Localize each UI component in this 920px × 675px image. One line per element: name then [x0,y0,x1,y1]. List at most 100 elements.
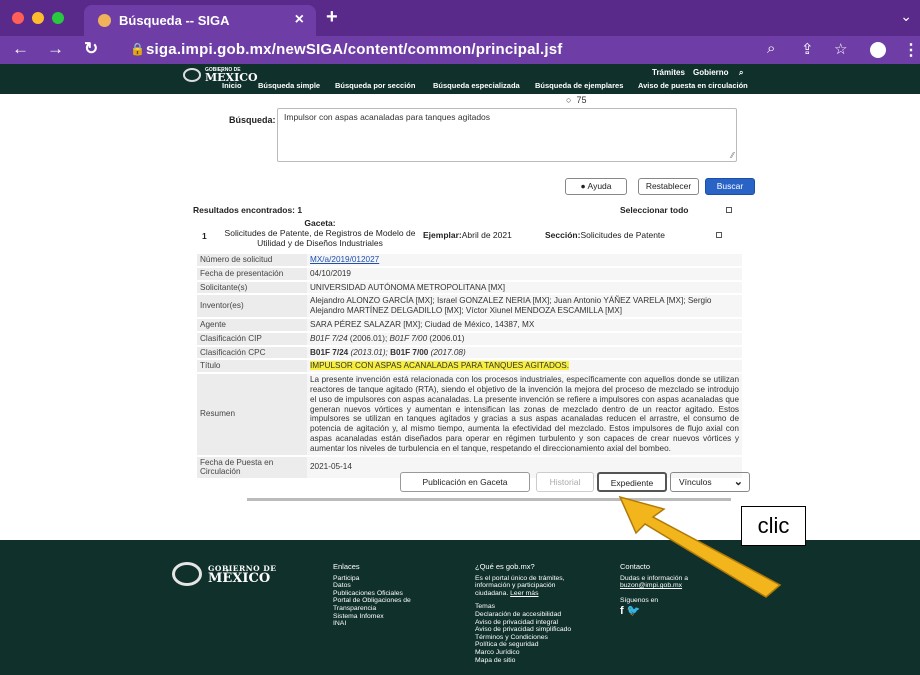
favicon-icon [98,14,111,27]
footer-link[interactable]: Aviso de privacidad simplificado [475,626,571,634]
menu-aviso-puesta[interactable]: Aviso de puesta en circulación [638,81,748,90]
back-icon[interactable]: ← [12,39,29,59]
browser-tab[interactable]: Búsqueda -- SIGA × [84,5,316,36]
detail-key: Título [197,359,307,375]
footer-link[interactable]: Participa [333,575,411,583]
radio-option-label: 75 [576,95,587,105]
cpc-code: B01F 7/00 [390,347,429,357]
ejemplar-label: Ejemplar: [423,230,462,240]
footer-link[interactable]: INAI [333,620,411,628]
lock-icon: 🔒 [130,42,145,56]
gov-footer: GOBIERNO DE MÉXICO Enlaces Participa Dat… [0,540,920,675]
gov-search-icon[interactable]: ⌕ [739,68,743,78]
menu-busqueda-especializada[interactable]: Búsqueda especializada [433,81,520,90]
table-row: Resumen La presente invención está relac… [197,373,742,457]
table-row: Clasificación CIP B01F 7/24 (2006.01); B… [197,331,742,347]
kebab-icon[interactable]: ⋮ [903,40,919,60]
main-content: ○ 75 Búsqueda: Impulsor con aspas acanal… [0,94,920,540]
expediente-button[interactable]: Expediente [597,472,667,492]
tab-close-icon[interactable]: × [295,11,304,29]
gov-logo-text: GOBIERNO DE MÉXICO [205,67,258,83]
reload-icon[interactable]: ↻ [84,39,98,59]
select-all-checkbox[interactable] [726,207,732,213]
footer-link[interactable]: Declaración de accesibilidad [475,611,571,619]
que-es-last: ciudadana. [475,589,511,597]
detail-value: 04/10/2019 [307,266,742,282]
close-window-button[interactable] [12,12,24,24]
minimize-window-button[interactable] [32,12,44,24]
que-es-title: ¿Qué es gob.mx? [475,562,535,571]
facebook-icon[interactable]: f [620,605,624,617]
search-textarea[interactable]: Impulsor con aspas acanaladas para tanqu… [277,108,737,162]
twitter-icon[interactable]: 🐦 [627,605,641,617]
que-es-text: Es el portal único de trámites, [475,574,565,582]
menu-inicio[interactable]: Inicio [222,81,242,90]
gobierno-link[interactable]: Gobierno [693,68,729,77]
ejemplar-value: Abril de 2021 [461,230,512,240]
siguenos-label: Síguenos en [620,596,659,604]
publicacion-gaceta-button[interactable]: Publicación en Gaceta [400,472,530,492]
footer-link[interactable]: Sistema Infomex [333,613,411,621]
historial-button[interactable]: Historial [536,472,594,492]
tab-list-chevron-icon[interactable]: ⌄ [900,8,912,25]
footer-link[interactable]: Portal de Obligaciones de [333,597,411,605]
footer-link[interactable]: Marco Jurídico [475,649,571,657]
social-icons[interactable]: f 🐦 [620,605,688,617]
chevron-down-icon: ⌄ [733,476,743,488]
detail-value: UNIVERSIDAD AUTÓNOMA METROPOLITANA [MX] [307,280,742,296]
footer-link[interactable]: Datos [333,582,411,590]
new-tab-button[interactable]: + [326,6,338,29]
seccion-value: Solicitudes de Patente [580,230,666,240]
cip-date: (2006.01) [427,333,465,343]
table-row: Inventor(es) Alejandro ALONZO GARCÍA [MX… [197,294,742,319]
detail-key: Resumen [197,373,307,457]
screenshot-root: Búsqueda -- SIGA × + ⌄ ← → ↻ 🔒 siga.impi… [0,0,920,675]
footer-link[interactable]: Transparencia [333,605,411,613]
footer-link[interactable]: Publicaciones Oficiales [333,590,411,598]
gov-logo[interactable]: GOBIERNO DE MÉXICO [183,67,258,83]
detail-value: IMPULSOR CON ASPAS ACANALADAS PARA TANQU… [307,359,742,375]
gov-header: GOBIERNO DE MÉXICO Trámites Gobierno ⌕ I… [0,64,920,94]
help-button[interactable]: ● Ayuda [565,178,627,195]
detail-value: B01F 7/24 (2006.01); B01F 7/00 (2006.01) [307,331,742,347]
share-icon[interactable]: ⇪ [801,40,814,58]
contacto-email-link[interactable]: buzon@impi.gob.mx [620,582,688,590]
footer-logo-big: MÉXICO [208,570,271,586]
zoom-icon[interactable]: ⌕ [767,40,775,57]
radio-option-75[interactable]: ○ 75 [566,95,586,105]
gov-seal-icon [183,67,201,82]
star-icon[interactable]: ☆ [834,40,847,58]
profile-icon[interactable] [870,42,886,58]
search-button[interactable]: Buscar [705,178,755,195]
footer-logo[interactable]: GOBIERNO DE MÉXICO [172,562,276,586]
menu-busqueda-simple[interactable]: Búsqueda simple [258,81,320,90]
footer-logo-text: GOBIERNO DE MÉXICO [208,564,276,585]
maximize-window-button[interactable] [52,12,64,24]
menu-busqueda-ejemplares[interactable]: Búsqueda de ejemplares [535,81,623,90]
cpc-code: B01F 7/24 [310,347,349,357]
gaceta-label: Gaceta: [304,218,336,228]
numero-solicitud-link[interactable]: MX/a/2019/012027 [310,255,379,264]
tramites-link[interactable]: Trámites [652,68,685,77]
result-checkbox[interactable] [716,232,722,238]
footer-enlaces: Enlaces Participa Datos Publicaciones Of… [333,563,411,628]
detail-key: Fecha de presentación [197,266,307,282]
footer-link[interactable]: Términos y Condiciones [475,634,571,642]
address-bar[interactable]: siga.impi.gob.mx/newSIGA/content/common/… [146,41,563,58]
footer-link[interactable]: Mapa de sitio [475,657,571,665]
result-seccion: Sección:Solicitudes de Patente [545,230,665,240]
forward-icon[interactable]: → [47,39,64,59]
main-menu: Inicio Búsqueda simple Búsqueda por secc… [0,81,920,94]
annotation-clic-label: clic [741,506,806,546]
resize-grip-icon[interactable]: ⁄⁄ [731,151,734,160]
vinculos-select[interactable]: Vínculos ⌄ [670,472,750,492]
footer-link[interactable]: Política de seguridad [475,641,571,649]
menu-busqueda-seccion[interactable]: Búsqueda por sección [335,81,415,90]
footer-link[interactable]: Aviso de privacidad integral [475,619,571,627]
seccion-label: Sección: [545,230,581,240]
detail-value: SARA PÉREZ SALAZAR [MX]; Ciudad de Méxic… [307,317,742,333]
select-all-label: Seleccionar todo [620,205,689,215]
leer-mas-link[interactable]: Leer más [510,590,538,597]
reset-button[interactable]: Restablecer [638,178,699,195]
